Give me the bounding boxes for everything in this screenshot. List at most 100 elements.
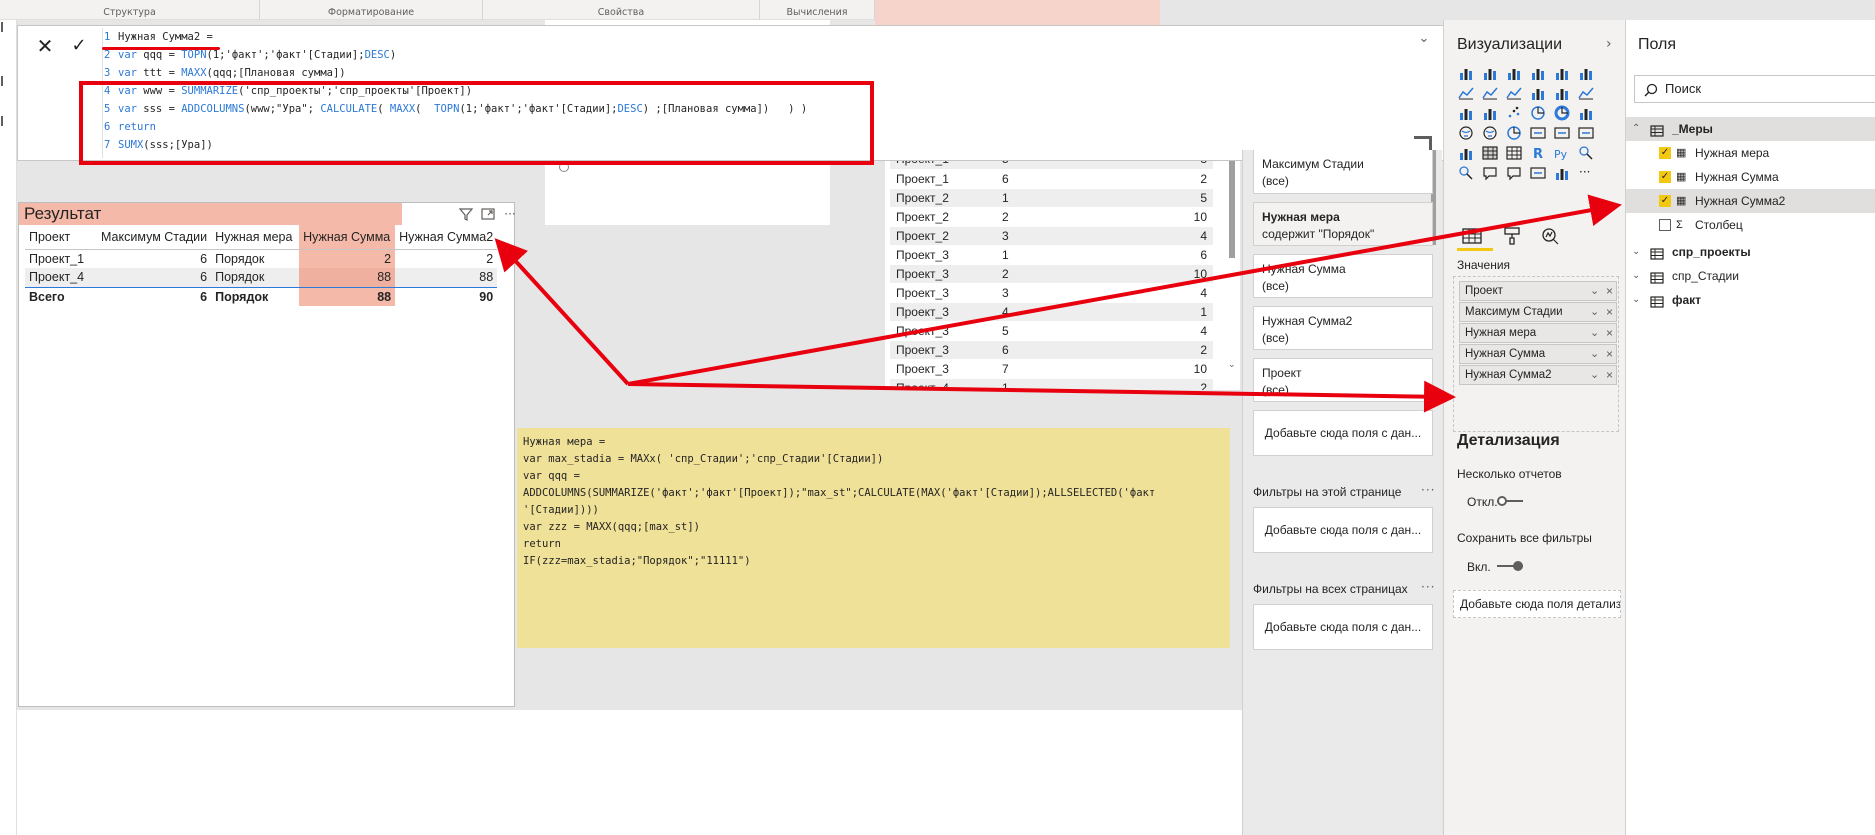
chevron-down-icon[interactable]: ⌄ xyxy=(1590,282,1599,300)
pie-icon[interactable] xyxy=(1530,105,1546,121)
stacked-area-icon[interactable] xyxy=(1506,85,1522,101)
line-chart-icon[interactable] xyxy=(1458,85,1474,101)
chevron-down-icon[interactable]: ⌄ xyxy=(1590,303,1599,321)
chevron-icon[interactable]: ⌃ xyxy=(1632,117,1640,141)
filter-card-needed-measure[interactable]: Нужная мера содержит "Порядок" xyxy=(1253,202,1433,246)
chevron-down-icon[interactable]: ⌄ xyxy=(1590,324,1599,342)
table-row[interactable]: Проект_2 2 10 xyxy=(890,207,1213,227)
funnel-icon[interactable] xyxy=(1482,105,1498,121)
column-header-max-stage[interactable]: Максимум Стадии xyxy=(97,225,212,250)
format-paint-icon[interactable] xyxy=(1500,226,1524,246)
chevron-icon[interactable]: ⌄ xyxy=(1632,288,1640,312)
table-icon[interactable] xyxy=(1482,145,1498,161)
close-icon[interactable]: × xyxy=(1606,282,1613,300)
code-line[interactable]: 1 Нужная Сумма2 = xyxy=(104,28,213,46)
chevron-down-icon[interactable]: ⌄ xyxy=(1590,366,1599,384)
data-table-visual[interactable]: Проект_158Проект_162Проект_215Проект_221… xyxy=(885,150,1240,390)
check-icon[interactable]: ✓ xyxy=(66,34,92,58)
filter-card-max-stage[interactable]: Максимум Стадии (все) xyxy=(1253,150,1433,194)
value-well-item[interactable]: Максимум Стадии ⌄ × xyxy=(1459,302,1617,322)
add-all-pages-filter-field[interactable]: Добавьте сюда поля с дан... xyxy=(1253,604,1433,650)
gauge-icon[interactable] xyxy=(1506,125,1522,141)
paginated-icon[interactable] xyxy=(1530,165,1546,181)
scatter-icon[interactable] xyxy=(1506,105,1522,121)
treemap-icon[interactable] xyxy=(1578,105,1594,121)
card-icon[interactable] xyxy=(1530,125,1546,141)
column-header-needed-sum[interactable]: Нужная Сумма xyxy=(299,225,396,250)
table-row[interactable]: Проект_2 1 5 xyxy=(890,188,1213,208)
checkbox[interactable]: ✓ xyxy=(1659,195,1671,207)
result-table-visual[interactable]: Результат ··· Проект Максимум Стадии Нуж… xyxy=(18,202,516,707)
table-row[interactable]: Проект_1 6 Порядок 2 2 xyxy=(25,249,497,268)
waterfall-icon[interactable] xyxy=(1458,105,1474,121)
field-table[interactable]: ⌃ _Меры xyxy=(1626,117,1875,141)
clustered-bar-icon[interactable] xyxy=(1506,65,1522,81)
r-visual-icon[interactable]: R xyxy=(1530,145,1546,162)
chevron-down-icon[interactable]: ⌄ xyxy=(1228,360,1238,370)
value-well-item[interactable]: Нужная Сумма2 ⌄ × xyxy=(1459,365,1617,385)
ribbon-group-calculations[interactable]: Вычисления xyxy=(760,0,875,20)
stacked-column-icon[interactable] xyxy=(1482,65,1498,81)
report-view-icon[interactable] xyxy=(1,22,7,32)
ribbon-group-formatting[interactable]: Форматирование xyxy=(260,0,483,20)
stacked-bar-icon[interactable] xyxy=(1458,65,1474,81)
matrix-icon[interactable] xyxy=(1506,145,1522,161)
filter-icon[interactable] xyxy=(457,206,475,222)
chevron-right-icon[interactable]: › xyxy=(1606,36,1612,52)
field-table[interactable]: ⌄ спр_Стадии xyxy=(1626,264,1875,288)
values-well[interactable]: Проект ⌄ × Максимум Стадии ⌄ × Нужная мера ⌄ × Ну… xyxy=(1453,276,1619,432)
close-icon[interactable]: ✕ xyxy=(32,34,58,58)
close-icon[interactable]: × xyxy=(1606,303,1613,321)
ribbon-group-structure[interactable]: Структура xyxy=(0,0,260,20)
ribbon-group-properties[interactable]: Свойства xyxy=(483,0,760,20)
close-icon[interactable]: × xyxy=(1606,366,1613,384)
python-visual-icon[interactable]: Py xyxy=(1554,145,1570,161)
add-page-filter-field[interactable]: Добавьте сюда поля с дан... xyxy=(1253,507,1433,553)
table-row[interactable]: Проект_2 3 4 xyxy=(890,226,1213,246)
table-row[interactable]: Проект_3 5 4 xyxy=(890,321,1213,341)
column-header-needed-sum2[interactable]: Нужная Сумма2 xyxy=(395,225,498,250)
line-clustered-icon[interactable] xyxy=(1554,85,1570,101)
focus-mode-icon[interactable] xyxy=(479,206,497,222)
filter-card-project[interactable]: Проект (все) xyxy=(1253,358,1433,402)
field-item[interactable]: Σ Столбец xyxy=(1626,213,1875,237)
table-row[interactable]: Проект_3 6 2 xyxy=(890,340,1213,360)
map-icon[interactable] xyxy=(1458,125,1474,141)
line-column-icon[interactable] xyxy=(1530,85,1546,101)
more-options-icon[interactable]: ··· xyxy=(501,206,519,222)
data-view-icon[interactable] xyxy=(1,76,7,86)
table-row[interactable]: Проект_3 7 10 xyxy=(890,359,1213,379)
chevron-icon[interactable]: ⌄ xyxy=(1632,264,1640,288)
table-row[interactable]: Проект_1 6 2 xyxy=(890,169,1213,189)
field-table[interactable]: ⌄ факт xyxy=(1626,288,1875,312)
add-drillthrough-field[interactable]: Добавьте сюда поля детализ... xyxy=(1453,590,1621,618)
donut-icon[interactable] xyxy=(1554,105,1570,121)
chevron-down-icon[interactable]: ⌄ xyxy=(1590,345,1599,363)
close-icon[interactable]: × xyxy=(1606,345,1613,363)
value-well-item[interactable]: Нужная мера ⌄ × xyxy=(1459,323,1617,343)
checkbox[interactable] xyxy=(1659,219,1671,231)
field-item[interactable]: ✓ ▦ Нужная Сумма2 xyxy=(1626,189,1875,213)
fields-tab-icon[interactable] xyxy=(1460,226,1484,246)
model-view-icon[interactable] xyxy=(1,116,7,126)
more-options-icon[interactable]: ··· xyxy=(1421,483,1435,497)
value-well-item[interactable]: Проект ⌄ × xyxy=(1459,281,1617,301)
bar-100-icon[interactable] xyxy=(1554,65,1570,81)
field-item[interactable]: ✓ ▦ Нужная мера xyxy=(1626,141,1875,165)
key-influencers-icon[interactable] xyxy=(1578,145,1594,161)
table-row[interactable]: Проект_3 4 1 xyxy=(890,302,1213,322)
qa-icon[interactable] xyxy=(1482,165,1498,181)
ribbon-chart-icon[interactable] xyxy=(1578,85,1594,101)
filter-card-needed-sum2[interactable]: Нужная Сумма2 (все) xyxy=(1253,306,1433,350)
power-apps-icon[interactable] xyxy=(1554,165,1570,181)
add-visual-filter-field[interactable]: Добавьте сюда поля с дан... xyxy=(1253,410,1433,456)
search-input[interactable]: Поиск xyxy=(1634,75,1875,103)
table-row[interactable]: Проект_4 6 Порядок 88 88 xyxy=(25,268,498,287)
value-well-item[interactable]: Нужная Сумма ⌄ × xyxy=(1459,344,1617,364)
narrative-icon[interactable] xyxy=(1506,165,1522,181)
table-row[interactable]: Проект_3 1 6 xyxy=(890,245,1213,265)
multi-row-card-icon[interactable] xyxy=(1554,125,1570,141)
chevron-icon[interactable]: ⌄ xyxy=(1632,240,1640,264)
checkbox[interactable]: ✓ xyxy=(1659,171,1671,183)
analytics-icon[interactable] xyxy=(1538,226,1562,246)
